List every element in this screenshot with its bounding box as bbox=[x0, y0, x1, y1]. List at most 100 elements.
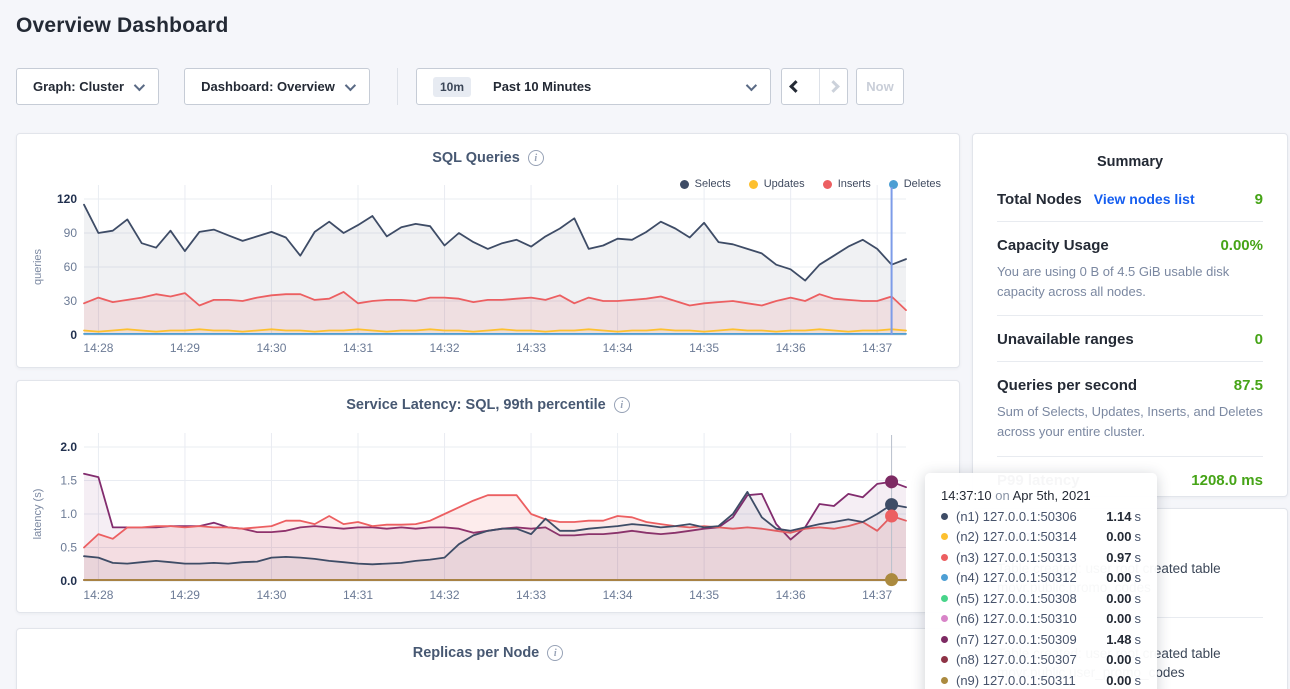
info-icon[interactable]: i bbox=[547, 645, 563, 661]
tooltip-node-row: (n3) 127.0.0.1:50313 0.97 s bbox=[941, 550, 1141, 565]
toolbar-divider bbox=[397, 68, 398, 105]
summary-row-unavailable-ranges: Unavailable ranges 0 bbox=[997, 316, 1263, 362]
chevron-down-icon bbox=[134, 79, 145, 90]
svg-text:14:29: 14:29 bbox=[170, 588, 200, 602]
tooltip-node-label: (n9) 127.0.0.1:50311 bbox=[956, 673, 1076, 688]
time-step-back-button[interactable] bbox=[782, 69, 809, 104]
svg-text:2.0: 2.0 bbox=[60, 440, 77, 454]
tooltip-node-row: (n9) 127.0.0.1:503110.00s bbox=[941, 673, 1141, 688]
svg-text:14:31: 14:31 bbox=[343, 588, 373, 602]
svg-text:90: 90 bbox=[64, 226, 78, 240]
series-dot-icon bbox=[941, 656, 948, 663]
tooltip-node-value: 0.00 bbox=[1106, 570, 1131, 585]
now-button-label: Now bbox=[866, 79, 893, 94]
tooltip-unit: s bbox=[1135, 611, 1142, 626]
svg-text:14:28: 14:28 bbox=[83, 341, 113, 355]
summary-description: You are using 0 B of 4.5 GiB usable disk… bbox=[997, 262, 1263, 302]
summary-value: 9 bbox=[1255, 191, 1263, 208]
tooltip-node-row: (n6) 127.0.0.1:50310 0.00 s bbox=[941, 611, 1141, 626]
series-dot-icon bbox=[941, 615, 948, 622]
tooltip-node-label: (n5) 127.0.0.1:50308 bbox=[956, 591, 1077, 606]
sql-queries-panel: SQL Queries i SelectsUpdatesInsertsDelet… bbox=[16, 133, 960, 368]
tooltip-node-label: (n1) 127.0.0.1:50306 bbox=[956, 509, 1077, 524]
svg-text:1.0: 1.0 bbox=[60, 507, 77, 521]
tooltip-node-label: (n3) 127.0.0.1:50313 bbox=[956, 550, 1077, 565]
tooltip-node-value: 0.00 bbox=[1106, 591, 1131, 606]
tooltip-node-label: (n8) 127.0.0.1:50307 bbox=[956, 652, 1077, 667]
summary-label: Queries per second bbox=[997, 377, 1137, 394]
svg-text:14:36: 14:36 bbox=[776, 341, 806, 355]
time-step-buttons bbox=[781, 68, 848, 105]
summary-row-capacity-usage: Capacity Usage0.00%You are using 0 B of … bbox=[997, 222, 1263, 316]
tooltip-node-label: (n7) 127.0.0.1:50309 bbox=[956, 632, 1077, 647]
svg-text:60: 60 bbox=[64, 260, 78, 274]
tooltip-node-value: 0.97 bbox=[1106, 550, 1131, 565]
svg-text:14:32: 14:32 bbox=[430, 588, 460, 602]
summary-value: 87.5 bbox=[1234, 377, 1263, 394]
svg-text:14:29: 14:29 bbox=[170, 341, 200, 355]
series-dot-icon bbox=[941, 595, 948, 602]
graph-dropdown[interactable]: Graph: Cluster bbox=[16, 68, 159, 105]
svg-text:1.5: 1.5 bbox=[60, 474, 77, 488]
svg-text:latency (s): latency (s) bbox=[32, 489, 44, 540]
tooltip-node-label: (n6) 127.0.0.1:50310 bbox=[956, 611, 1077, 626]
now-button[interactable]: Now bbox=[856, 68, 904, 105]
chevron-right-icon bbox=[827, 80, 840, 93]
svg-text:14:37: 14:37 bbox=[862, 588, 892, 602]
tooltip-node-value: 1.14 bbox=[1106, 509, 1131, 524]
summary-value: 1208.0 ms bbox=[1191, 472, 1263, 489]
tooltip-unit: s bbox=[1135, 529, 1142, 544]
dashboard-dropdown[interactable]: Dashboard: Overview bbox=[184, 68, 370, 105]
svg-text:queries: queries bbox=[32, 248, 44, 285]
service-latency-chart[interactable]: 0.00.51.01.52.014:2814:2914:3014:3114:32… bbox=[17, 381, 961, 614]
chevron-left-icon bbox=[789, 80, 802, 93]
series-dot-icon bbox=[941, 636, 948, 643]
tooltip-node-row: (n8) 127.0.0.1:503070.00s bbox=[941, 652, 1141, 667]
replicas-per-node-title-text: Replicas per Node bbox=[413, 645, 540, 661]
tooltip-node-label: (n4) 127.0.0.1:50312 bbox=[956, 570, 1077, 585]
time-range-dropdown[interactable]: 10m Past 10 Minutes bbox=[416, 68, 771, 105]
svg-text:14:34: 14:34 bbox=[603, 588, 633, 602]
graph-dropdown-label: Graph: Cluster bbox=[33, 79, 124, 94]
tooltip-unit: s bbox=[1135, 550, 1142, 565]
summary-row-total-nodes: Total NodesView nodes list9 bbox=[997, 176, 1263, 222]
tooltip-node-value: 0.00 bbox=[1106, 673, 1131, 688]
series-dot-icon bbox=[941, 513, 948, 520]
service-latency-panel: Service Latency: SQL, 99th percentile i … bbox=[16, 380, 960, 613]
overview-dashboard-page: Overview Dashboard Graph: Cluster Dashbo… bbox=[0, 0, 1290, 689]
time-step-forward-button[interactable] bbox=[819, 69, 847, 104]
time-range-label: Past 10 Minutes bbox=[493, 79, 591, 94]
svg-text:30: 30 bbox=[64, 294, 78, 308]
summary-label: Unavailable ranges bbox=[997, 331, 1134, 348]
tooltip-unit: s bbox=[1135, 570, 1142, 585]
tooltip-node-label: (n2) 127.0.0.1:50314 bbox=[956, 529, 1077, 544]
tooltip-unit: s bbox=[1135, 652, 1142, 667]
sql-queries-chart[interactable]: 030609012014:2814:2914:3014:3114:3214:33… bbox=[17, 134, 961, 369]
time-range-badge: 10m bbox=[433, 77, 471, 97]
svg-text:14:32: 14:32 bbox=[430, 341, 460, 355]
view-nodes-list-link[interactable]: View nodes list bbox=[1094, 191, 1195, 207]
svg-text:14:28: 14:28 bbox=[83, 588, 113, 602]
chevron-down-icon bbox=[345, 79, 356, 90]
tooltip-unit: s bbox=[1135, 591, 1142, 606]
tooltip-node-value: 0.00 bbox=[1106, 611, 1131, 626]
tooltip-node-row: (n4) 127.0.0.1:50312 0.00 s bbox=[941, 570, 1141, 585]
svg-text:0.0: 0.0 bbox=[60, 574, 77, 588]
tooltip-node-row: (n2) 127.0.0.1:50314 0.00 s bbox=[941, 529, 1141, 544]
summary-row-queries-per-second: Queries per second87.5Sum of Selects, Up… bbox=[997, 362, 1263, 456]
tooltip-node-row: (n1) 127.0.0.1:503061.14s bbox=[941, 509, 1141, 524]
replicas-per-node-title: Replicas per Node i bbox=[17, 645, 959, 661]
tooltip-node-value: 0.00 bbox=[1106, 529, 1131, 544]
tooltip-node-value: 1.48 bbox=[1106, 632, 1131, 647]
tooltip-unit: s bbox=[1135, 632, 1142, 647]
tooltip-node-row: (n5) 127.0.0.1:50308 0.00 s bbox=[941, 591, 1141, 606]
series-dot-icon bbox=[941, 677, 948, 684]
tooltip-timestamp: 14:37:10 on Apr 5th, 2021 bbox=[941, 488, 1141, 503]
summary-value: 0 bbox=[1255, 331, 1263, 348]
chevron-down-icon bbox=[746, 79, 757, 90]
svg-text:14:35: 14:35 bbox=[689, 341, 719, 355]
svg-text:14:37: 14:37 bbox=[862, 341, 892, 355]
summary-rows: Total NodesView nodes list9Capacity Usag… bbox=[973, 176, 1287, 502]
summary-label: Capacity Usage bbox=[997, 237, 1109, 254]
series-dot-icon bbox=[941, 533, 948, 540]
